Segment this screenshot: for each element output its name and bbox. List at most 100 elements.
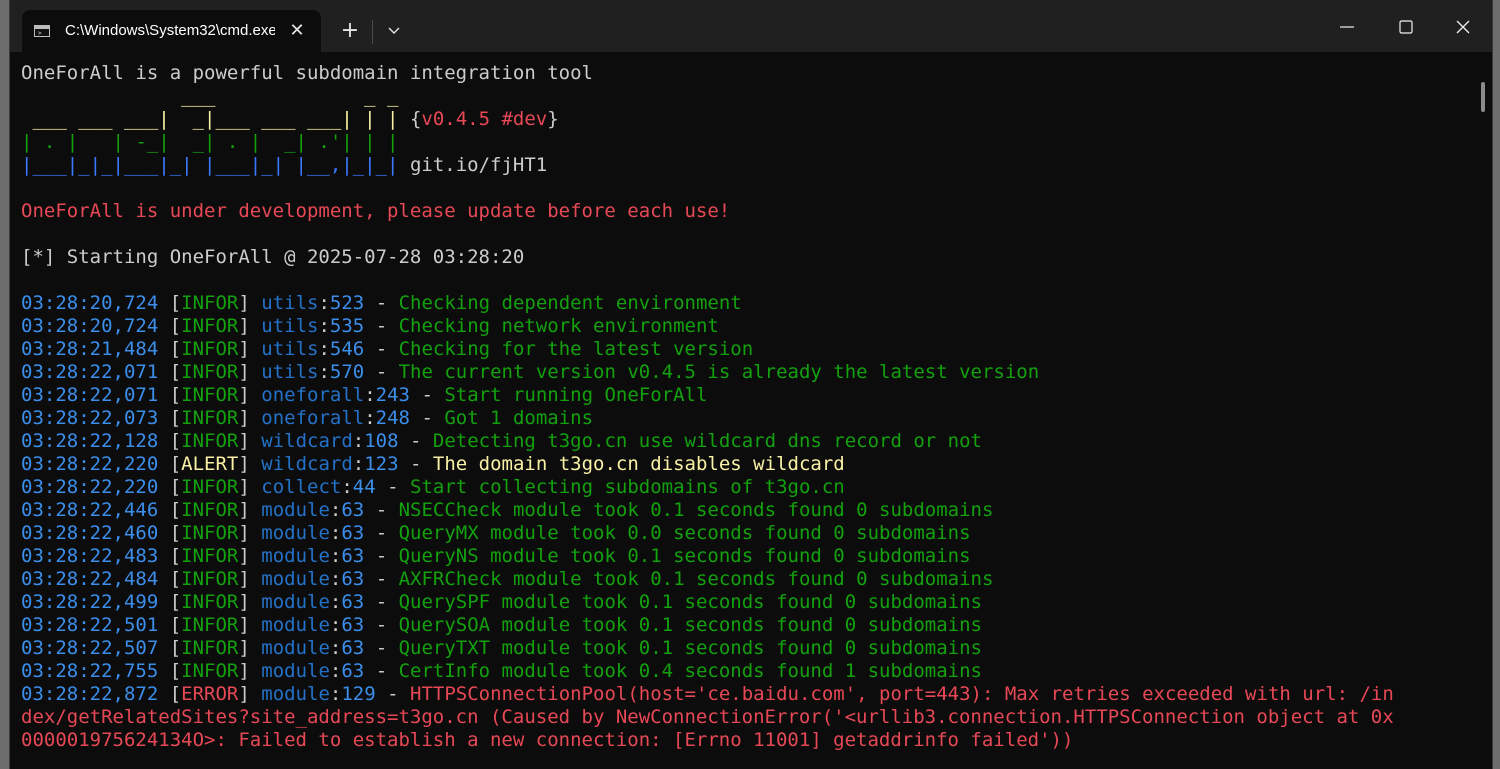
log-module: utils <box>261 361 319 383</box>
log-time: 03:28:22,220 <box>21 476 159 498</box>
log-line: 03:28:22,484 [INFOR] module:63 - AXFRChe… <box>21 568 994 590</box>
terminal-output[interactable]: OneForAll is a powerful subdomain integr… <box>10 52 1478 769</box>
log-line: 03:28:22,128 [INFOR] wildcard:108 - Dete… <box>21 430 982 452</box>
log-time: 03:28:22,484 <box>21 568 159 590</box>
log-level: INFOR <box>181 545 239 567</box>
log-module: collect <box>261 476 342 498</box>
log-line-number: 63 <box>341 499 365 521</box>
log-module: utils <box>261 292 319 314</box>
log-line: 03:28:22,499 [INFOR] module:63 - QuerySP… <box>21 591 982 613</box>
log-level: ERROR <box>181 683 239 705</box>
log-level: INFOR <box>181 476 239 498</box>
tab-divider <box>372 20 373 44</box>
log-message: Start running OneForAll <box>444 384 708 406</box>
tab-cmd[interactable]: >_ C:\Windows\System32\cmd.exe ✕ <box>22 10 321 52</box>
log-message: Got 1 domains <box>444 407 594 429</box>
log-time: 03:28:22,499 <box>21 591 159 613</box>
log-line: 03:28:22,460 [INFOR] module:63 - QueryMX… <box>21 522 971 544</box>
banner-row-4-art: |___|_|_|___|_| |___|_| |__,|_|_| <box>21 154 399 176</box>
log-time: 03:28:20,724 <box>21 315 159 337</box>
log-module: module <box>261 614 330 636</box>
log-message: QuerySPF module took 0.1 seconds found 0… <box>398 591 982 613</box>
chevron-down-icon <box>388 27 400 34</box>
log-module: module <box>261 499 330 521</box>
banner-row-1: ___ _ _ <box>21 85 399 107</box>
error-line-1: 03:28:22,872 [ERROR] module:129 - HTTPSC… <box>21 683 1394 705</box>
tab-dropdown-button[interactable] <box>377 14 411 48</box>
title-bar: >_ C:\Windows\System32\cmd.exe ✕ + <box>10 0 1492 52</box>
log-line: 03:28:22,446 [INFOR] module:63 - NSECChe… <box>21 499 994 521</box>
banner-row-3: | . | | -_| _| . | _| .'| | | <box>21 131 399 153</box>
log-time: 03:28:22,755 <box>21 660 159 682</box>
error-line-3: 000001975624134O>: Failed to establish a… <box>21 729 1074 751</box>
log-message: QuerySOA module took 0.1 seconds found 0… <box>398 614 982 636</box>
log-module: module <box>261 545 330 567</box>
scrollbar-thumb[interactable] <box>1481 82 1485 112</box>
log-level: INFOR <box>181 338 239 360</box>
close-window-button[interactable] <box>1434 0 1492 52</box>
log-line-number: 63 <box>341 568 365 590</box>
banner-row-4: |___|_|_|___|_| |___|_| |__,|_|_| git.io… <box>21 154 547 177</box>
log-level: INFOR <box>181 292 239 314</box>
log-module: module <box>261 591 330 613</box>
log-message: Checking network environment <box>398 315 719 337</box>
log-level: INFOR <box>181 660 239 682</box>
log-line: 03:28:20,724 [INFOR] utils:523 - Checkin… <box>21 292 742 314</box>
log-message: The domain t3go.cn disables wildcard <box>432 453 845 475</box>
minimize-icon <box>1340 26 1354 28</box>
log-line-number: 63 <box>341 591 365 613</box>
dev-warning: OneForAll is under development, please u… <box>21 200 731 222</box>
log-line: 03:28:22,071 [INFOR] utils:570 - The cur… <box>21 361 1040 383</box>
log-module: wildcard <box>261 430 353 452</box>
log-line-number: 44 <box>352 476 376 498</box>
log-time: 03:28:22,460 <box>21 522 159 544</box>
log-time: 03:28:22,872 <box>21 683 159 705</box>
log-line: 03:28:22,220 [ALERT] wildcard:123 - The … <box>21 453 845 475</box>
log-level: INFOR <box>181 499 239 521</box>
log-time: 03:28:22,128 <box>21 430 159 452</box>
log-line: 03:28:22,220 [INFOR] collect:44 - Start … <box>21 476 845 498</box>
log-line-number: 63 <box>341 660 365 682</box>
log-line: 03:28:22,073 [INFOR] oneforall:248 - Got… <box>21 407 594 429</box>
maximize-button[interactable] <box>1377 0 1435 52</box>
log-message: QueryMX module took 0.0 seconds found 0 … <box>398 522 971 544</box>
log-module: module <box>261 568 330 590</box>
log-line-number: 63 <box>341 614 365 636</box>
log-level: ALERT <box>181 453 239 475</box>
log-module: oneforall <box>261 407 365 429</box>
log-module: oneforall <box>261 384 365 406</box>
log-level: INFOR <box>181 407 239 429</box>
version-text: v0.4.5 #dev <box>421 108 548 130</box>
banner-row-2-art: ___ ___ ___| _|___ ___ ___| | | <box>21 108 399 130</box>
log-line: 03:28:22,755 [INFOR] module:63 - CertInf… <box>21 660 982 682</box>
log-message: QueryNS module took 0.1 seconds found 0 … <box>398 545 971 567</box>
terminal-icon: >_ <box>34 25 50 37</box>
close-icon <box>1456 20 1470 34</box>
log-module: module <box>261 522 330 544</box>
banner-row-2: ___ ___ ___| _|___ ___ ___| | | {v0.4.5 … <box>21 108 558 131</box>
log-time: 03:28:22,483 <box>21 545 159 567</box>
log-time: 03:28:22,507 <box>21 637 159 659</box>
log-module: module <box>261 683 330 705</box>
log-message: AXFRCheck module took 0.1 seconds found … <box>398 568 994 590</box>
log-message: Detecting t3go.cn use wildcard dns recor… <box>432 430 982 452</box>
log-line: 03:28:22,501 [INFOR] module:63 - QuerySO… <box>21 614 982 636</box>
log-level: INFOR <box>181 430 239 452</box>
minimize-button[interactable] <box>1318 0 1376 52</box>
log-line-number: 243 <box>375 384 410 406</box>
log-module: module <box>261 637 330 659</box>
log-module: utils <box>261 338 319 360</box>
repo-link[interactable]: git.io/fjHT1 <box>410 154 547 176</box>
log-line-number: 123 <box>364 453 399 475</box>
log-level: INFOR <box>181 315 239 337</box>
version-open-brace: { <box>409 108 422 130</box>
log-level: INFOR <box>181 637 239 659</box>
log-line-number: 535 <box>329 315 365 337</box>
tab-close-button[interactable]: ✕ <box>285 10 309 52</box>
log-line-number: 129 <box>341 683 376 705</box>
new-tab-button[interactable]: + <box>333 14 367 48</box>
log-line-number: 570 <box>329 361 365 383</box>
log-module: utils <box>261 315 319 337</box>
log-line: 03:28:22,483 [INFOR] module:63 - QueryNS… <box>21 545 971 567</box>
log-line-number: 523 <box>329 292 365 314</box>
